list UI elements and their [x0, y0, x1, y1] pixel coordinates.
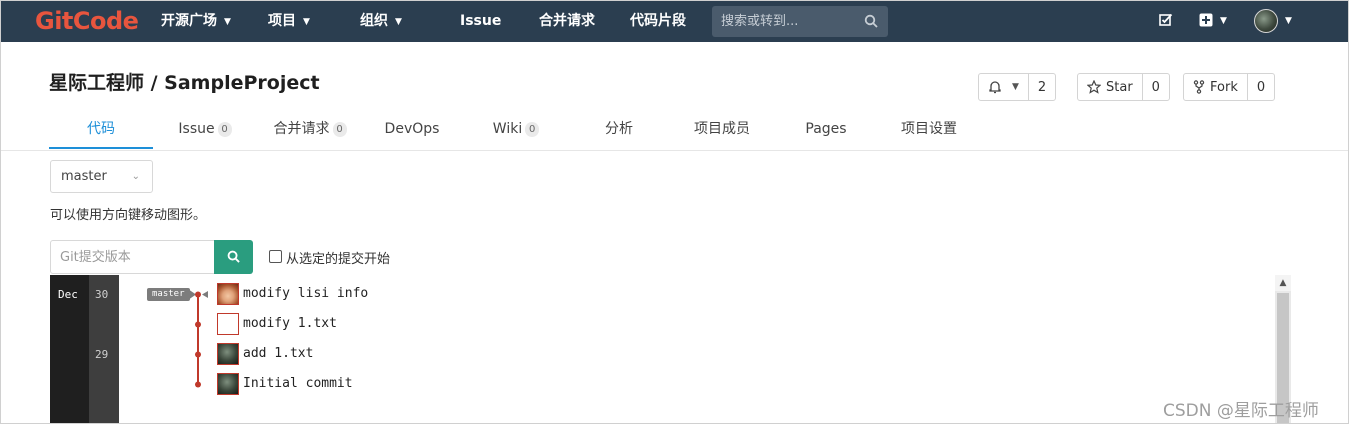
- fork-icon: [1193, 80, 1205, 94]
- commit-message[interactable]: modify 1.txt: [243, 316, 337, 331]
- fork-button[interactable]: Fork: [1184, 74, 1247, 100]
- commit-author-avatar[interactable]: [217, 313, 239, 335]
- watermark: CSDN @星际工程师: [1163, 401, 1319, 421]
- tab-wiki[interactable]: Wiki 0: [486, 111, 546, 149]
- start-from-selected-checkbox[interactable]: [269, 250, 282, 263]
- commit-author-avatar[interactable]: [217, 343, 239, 365]
- tab-devops[interactable]: DevOps: [381, 111, 443, 149]
- fork-count[interactable]: 0: [1246, 74, 1274, 100]
- nav-merge-requests[interactable]: 合并请求: [539, 1, 595, 42]
- new-item-plus-icon[interactable]: [1199, 13, 1213, 27]
- star-icon: [1087, 80, 1101, 94]
- watch-count[interactable]: 2: [1027, 74, 1055, 100]
- project-title[interactable]: 星际工程师 / SampleProject: [49, 68, 320, 95]
- chevron-down-icon[interactable]: ▼: [1285, 1, 1292, 42]
- tab-members[interactable]: 项目成员: [689, 111, 755, 149]
- commit-node[interactable]: [195, 321, 201, 328]
- star-count[interactable]: 0: [1141, 74, 1169, 100]
- wiki-count-badge: 0: [525, 122, 540, 137]
- network-graph[interactable]: Dec 30 29 master modify lisi info modify…: [50, 275, 1292, 423]
- commit-node[interactable]: [195, 291, 201, 298]
- commit-message[interactable]: modify lisi info: [243, 286, 368, 301]
- branch-select[interactable]: master ⌄: [50, 160, 153, 193]
- branch-tag-arrow: [188, 289, 196, 300]
- tab-settings[interactable]: 项目设置: [894, 111, 964, 149]
- tab-code[interactable]: 代码: [49, 111, 153, 149]
- commit-message[interactable]: add 1.txt: [243, 346, 313, 361]
- graph-hint-text: 可以使用方向键移动图形。: [50, 208, 207, 223]
- gitcode-logo[interactable]: GitCode: [35, 7, 139, 35]
- scroll-up-icon[interactable]: ▲: [1275, 275, 1291, 291]
- tab-pages[interactable]: Pages: [801, 111, 851, 149]
- nav-projects[interactable]: 项目 ▼: [268, 1, 310, 42]
- nav-groups[interactable]: 组织 ▼: [360, 1, 402, 42]
- chevron-down-icon: ▼: [224, 17, 231, 27]
- tab-merge-requests[interactable]: 合并请求 0: [265, 111, 355, 149]
- commit-author-avatar[interactable]: [217, 283, 239, 305]
- search-input[interactable]: [712, 6, 862, 37]
- nav-issue[interactable]: Issue: [460, 1, 501, 42]
- merge-request-count-badge: 0: [332, 122, 347, 137]
- search-icon[interactable]: [864, 14, 878, 28]
- bell-icon: [989, 81, 1001, 94]
- commit-search-button[interactable]: [214, 240, 253, 274]
- star-button[interactable]: Star: [1078, 74, 1142, 100]
- chevron-down-icon[interactable]: ▼: [1220, 1, 1227, 42]
- star-button-group: Star 0: [1077, 73, 1170, 101]
- search-icon: [227, 250, 240, 263]
- nav-explore[interactable]: 开源广场 ▼: [161, 1, 231, 42]
- chevron-down-icon: ▼: [1012, 82, 1019, 92]
- tab-issue[interactable]: Issue 0: [169, 111, 241, 149]
- watch-button-group: ▼ 2: [978, 73, 1057, 101]
- chevron-down-icon: ▼: [395, 17, 402, 27]
- global-search[interactable]: [712, 6, 888, 37]
- tab-analytics[interactable]: 分析: [598, 111, 640, 149]
- chevron-down-icon: ⌄: [131, 171, 140, 182]
- head-pointer-icon: [202, 291, 208, 298]
- user-avatar[interactable]: [1254, 9, 1278, 33]
- commit-node[interactable]: [195, 381, 201, 388]
- commit-search-input[interactable]: [50, 240, 215, 274]
- app-window: GitCode 开源广场▼ 项目▼ 组织▼ Issue 合并请求 代码片段: [0, 0, 1349, 424]
- fork-button-group: Fork 0: [1183, 73, 1276, 101]
- chevron-down-icon: ▼: [303, 17, 310, 27]
- commit-node[interactable]: [195, 351, 201, 358]
- issue-count-badge: 0: [217, 122, 232, 137]
- commit-message[interactable]: Initial commit: [243, 376, 353, 391]
- start-from-selected-label[interactable]: 从选定的提交开始: [286, 248, 390, 267]
- nav-snippets[interactable]: 代码片段: [630, 1, 686, 42]
- top-navbar: GitCode 开源广场▼ 项目▼ 组织▼ Issue 合并请求 代码片段: [1, 1, 1348, 42]
- watch-button[interactable]: ▼: [979, 74, 1028, 100]
- project-tabs: 代码 Issue 0 合并请求 0 DevOps Wiki 0 分析 项目成员 Pag…: [1, 111, 1348, 151]
- commit-author-avatar[interactable]: [217, 373, 239, 395]
- todo-checklist-icon[interactable]: [1159, 13, 1173, 27]
